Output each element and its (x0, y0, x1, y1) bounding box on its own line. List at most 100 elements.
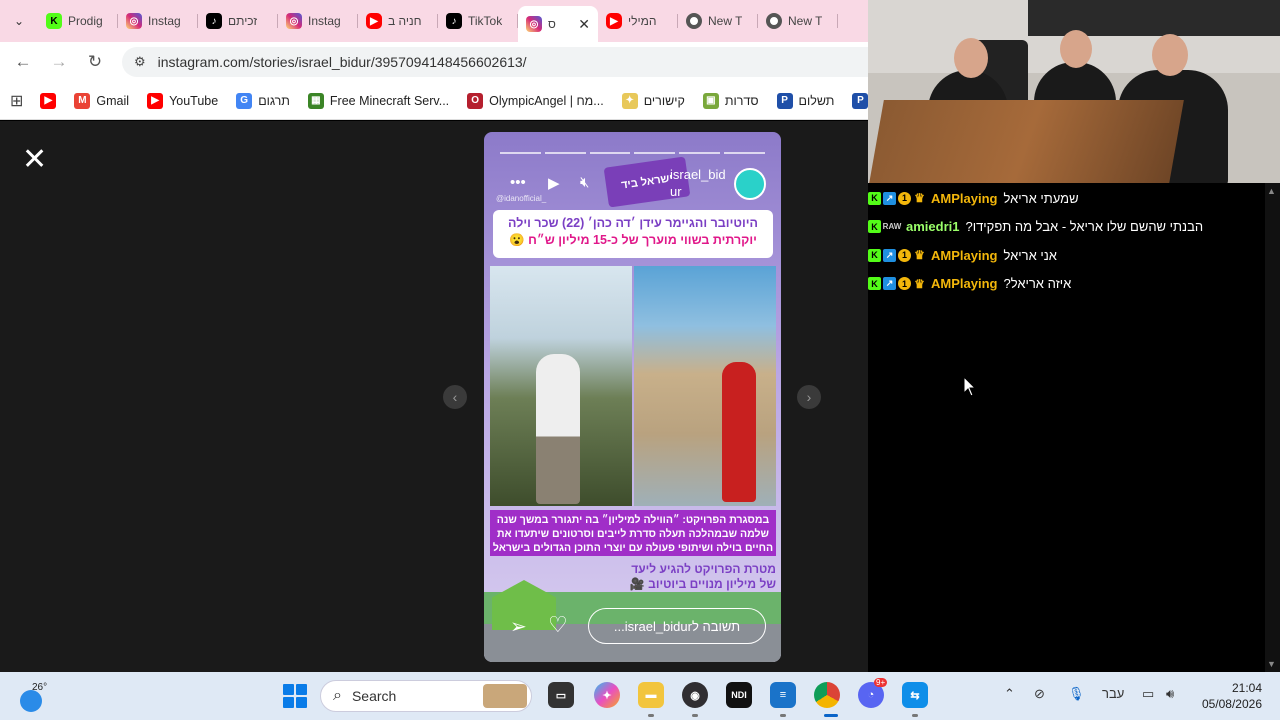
task-view-icon[interactable]: ▭ (548, 682, 574, 708)
discord-badge: 9+ (874, 678, 888, 687)
apps-grid-icon[interactable]: ⊞ (10, 91, 23, 111)
acoustic-panel (1028, 0, 1280, 36)
chevron-right-icon: › (806, 389, 812, 405)
bookmark-8[interactable]: P תשלום (768, 92, 844, 109)
notepad-icon[interactable]: ≡ (770, 682, 796, 708)
search-highlight-icon (483, 684, 527, 708)
chat-panel: K ↗ 1 ♛ AMPlaying שמעתי אריאל K RAW amiedri1 הבנת… (868, 183, 1265, 672)
tab-6[interactable]: ◎ ס ✕ (518, 6, 598, 42)
person-right-head (1152, 34, 1188, 76)
microphone-icon[interactable]: 🎙︎ (1068, 686, 1085, 702)
bookmark-label: סדרות (724, 93, 759, 108)
bookmark-3[interactable]: G תרגום (227, 92, 299, 109)
person-middle-head (1060, 30, 1092, 68)
tab-1[interactable]: ◎ Instag (118, 5, 198, 37)
chat-username[interactable]: AMPlaying (931, 191, 997, 206)
person-left-head (954, 38, 988, 78)
bookmark-7[interactable]: ▣ סדרות (694, 92, 768, 109)
back-button[interactable]: ← (5, 44, 41, 80)
bookmark-2[interactable]: ▶ YouTube (138, 92, 227, 109)
taskbar-search[interactable]: ⌕ Search (320, 680, 532, 712)
crown-badge-icon: ♛ (914, 191, 925, 205)
chat-scrollbar[interactable] (1265, 183, 1280, 672)
tab-strip: K Prodig ◎ Instag ♪ זכיתם ◎ Instag ▶ חניה ב ♪ TikTo… (38, 0, 838, 42)
chat-message: K ↗ 1 ♛ AMPlaying אני אריאל (868, 244, 1057, 266)
bookmark-5[interactable]: O OlympicAngel | מח... (458, 92, 613, 109)
monitor-icon[interactable]: ▭ (1142, 686, 1154, 702)
clock[interactable]: 21:04 05/08/2026 (1196, 680, 1262, 712)
bookmark-label: Gmail (96, 93, 130, 108)
tab-4[interactable]: ▶ חניה ב (358, 5, 438, 37)
mute-icon[interactable]: 🔇︎ (580, 174, 589, 191)
teamviewer-icon[interactable]: ⇆ (902, 682, 928, 708)
bookmark-list: ▶ M Gmail ▶ YouTube G תרגום ▦ Free Minecraft Ser… (31, 92, 868, 109)
chat-username[interactable]: AMPlaying (931, 276, 997, 291)
bookmark-label: קישורים (643, 93, 685, 108)
obs-icon[interactable]: ◉ (682, 682, 708, 708)
volume-icon[interactable]: 🔊︎ (1166, 686, 1174, 702)
tab-label: ס (548, 17, 556, 31)
heart-icon[interactable]: ♡ (548, 612, 568, 638)
play-icon[interactable]: ▶ (548, 174, 560, 192)
previous-story-button[interactable]: ‹ (443, 385, 467, 409)
wooden-table (868, 100, 1184, 183)
minecraft-icon: ▦ (307, 92, 324, 109)
chat-username[interactable]: AMPlaying (931, 248, 997, 263)
story-headline: היוטיובר והגיימר עידן ׳דה כהן׳ (22) שכר … (493, 210, 773, 258)
weather-icon (20, 690, 42, 712)
close-tab-icon[interactable]: ✕ (578, 16, 590, 33)
bookmarks-bar: ⊞ ▶ M Gmail ▶ YouTube G תרגום ▦ Free Minecraft S… (0, 82, 868, 120)
bookmark-9[interactable]: P (843, 92, 868, 109)
tab-2[interactable]: ♪ זכיתם (198, 5, 278, 37)
story-username[interactable]: israel_bidur (670, 166, 728, 200)
forward-button[interactable]: → (41, 44, 77, 80)
tab-7[interactable]: ▶ המילי (598, 5, 678, 37)
bookmark-1[interactable]: M Gmail (65, 92, 138, 109)
tab-search-button[interactable]: ⌄ (0, 0, 38, 42)
tray-chevron-icon[interactable]: ⌃ (1004, 686, 1015, 702)
bookmark-label: OlympicAngel | מח... (489, 93, 604, 108)
chat-username[interactable]: amiedri1 (906, 219, 959, 234)
scroll-down-icon[interactable]: ▼ (1267, 659, 1276, 669)
clock-time: 21:04 (1231, 681, 1262, 695)
kick-badge-icon: K (868, 248, 881, 262)
language-indicator[interactable]: עבר (1102, 686, 1124, 701)
ndi-icon[interactable]: NDI (726, 682, 752, 708)
story-avatar[interactable] (734, 168, 766, 200)
start-button[interactable] (283, 684, 307, 708)
reload-button[interactable]: ↻ (77, 44, 113, 80)
tab-3[interactable]: ◎ Instag (278, 5, 358, 37)
close-story-button[interactable]: ✕ (22, 145, 47, 175)
verified-badge-icon: ↗ (883, 277, 896, 290)
bookmark-0[interactable]: ▶ (31, 92, 65, 109)
tab-8[interactable]: New T (678, 5, 758, 37)
story-card[interactable]: ••• ▶ 🔇︎ ישראל ביד israel_bidur @idanoff… (484, 132, 781, 662)
chat-text: שמעתי אריאל (1003, 190, 1079, 206)
crown-badge-icon: ♛ (914, 276, 925, 291)
send-icon[interactable]: ➢ (510, 614, 527, 639)
youtube-icon: ▶ (147, 92, 164, 109)
story-viewer: ✕ ‹ › ••• ▶ 🔇︎ ישראל ביד israel_bidur @i… (0, 121, 868, 672)
tab-9[interactable]: New T (758, 5, 838, 37)
verified-badge-icon: ↗ (883, 191, 896, 205)
next-story-button[interactable]: › (797, 385, 821, 409)
search-icon: ⌕ (333, 687, 342, 704)
file-explorer-icon[interactable]: ▬ (638, 682, 664, 708)
site-info-icon[interactable]: ⚙ (134, 54, 146, 70)
verified-badge-icon: ↗ (883, 248, 896, 262)
paypal-icon: P (852, 92, 868, 109)
chat-text: אני אריאל (1003, 247, 1057, 263)
bookmark-4[interactable]: ▦ Free Minecraft Serv... (299, 92, 458, 109)
url-field[interactable]: ⚙ instagram.com/stories/israel_bidur/395… (122, 47, 882, 77)
bookmark-6[interactable]: ✦ קישורים (613, 92, 694, 109)
tab-5[interactable]: ♪ TikTok (438, 5, 518, 37)
chrome-icon[interactable] (814, 682, 840, 708)
olympicangel-icon: O (467, 92, 484, 109)
copilot-icon[interactable]: ✦ (594, 682, 620, 708)
scroll-up-icon[interactable]: ▲ (1267, 186, 1276, 196)
network-off-icon[interactable]: ⊘ (1034, 686, 1045, 702)
kick-badge-icon: K (868, 191, 881, 205)
tab-0[interactable]: K Prodig (38, 5, 118, 37)
more-options-icon[interactable]: ••• (510, 174, 526, 191)
reply-input[interactable]: תשובה לisrael_bidur... (588, 608, 766, 644)
